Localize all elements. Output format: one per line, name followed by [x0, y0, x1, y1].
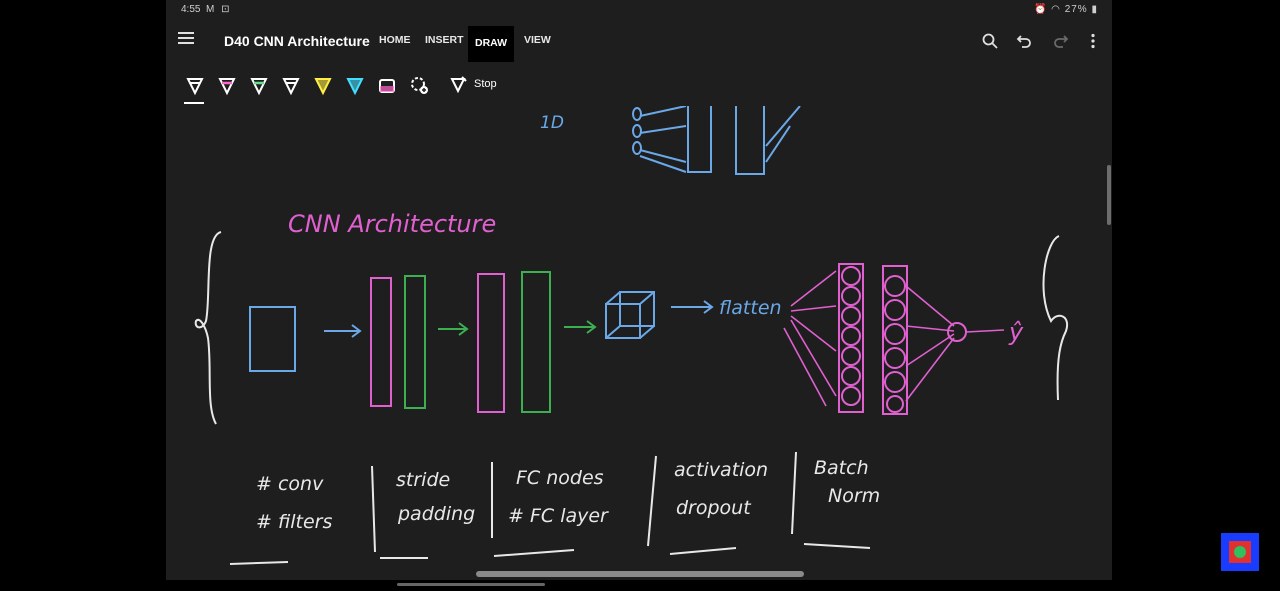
output-node	[947, 322, 967, 342]
status-bar: 4:55 M ⊡ ⏰ ◠ 27% ▮	[166, 0, 1112, 20]
note-1-line-1: # conv	[256, 473, 324, 495]
battery-icon: ▮	[1091, 4, 1098, 15]
home-indicator[interactable]	[397, 583, 545, 586]
tab-home[interactable]: HOME	[379, 34, 411, 46]
fc-layer-2-nodes	[884, 275, 906, 413]
tab-view[interactable]: VIEW	[524, 34, 551, 46]
more-icon[interactable]	[1082, 30, 1104, 52]
pen-white-2-icon[interactable]	[280, 74, 302, 96]
tab-insert[interactable]: INSERT	[425, 34, 464, 46]
fc-connections	[783, 270, 1005, 407]
note-1-line-2: # filters	[256, 511, 332, 533]
highlighter-yellow-icon[interactable]	[312, 74, 334, 96]
alarm-icon: ⏰	[1033, 4, 1048, 15]
draw-toolbar: Stop	[166, 62, 1112, 106]
arrow-1	[324, 324, 362, 338]
conv-layer-1	[370, 277, 392, 407]
pen-white-icon[interactable]	[184, 74, 206, 96]
note-3-line-2: # FC layer	[508, 505, 609, 527]
note-2-line-2: padding	[397, 503, 475, 525]
pen-pink-icon[interactable]	[216, 74, 238, 96]
channel-logo-icon	[1221, 533, 1259, 571]
arrow-2	[438, 322, 469, 336]
eraser-icon[interactable]	[376, 74, 398, 96]
feature-cube	[605, 291, 655, 339]
status-left-icons: M ⊡	[206, 4, 232, 15]
top-fragment-label: 1D	[540, 113, 564, 133]
note-3-line-1: FC nodes	[516, 467, 604, 489]
ink-drawing: 1D CNN Architecture flatten ŷ # conv # f…	[194, 105, 1069, 565]
ink-replay-icon[interactable]	[448, 74, 470, 96]
selected-tool-indicator	[184, 102, 204, 104]
redo-icon[interactable]	[1049, 30, 1071, 52]
pool-layer-1	[404, 275, 426, 409]
note-2-line-1: stride	[396, 469, 450, 491]
drawing-canvas[interactable]: 1D CNN Architecture flatten ŷ # conv # f…	[166, 105, 1112, 580]
note-4-line-1: activation	[674, 459, 768, 481]
lasso-add-icon[interactable]	[408, 74, 430, 96]
search-icon[interactable]	[979, 30, 1001, 52]
note-5-line-2: Norm	[828, 485, 880, 507]
wifi-icon: ◠	[1051, 4, 1061, 15]
battery-text: 27%	[1064, 4, 1088, 15]
document-title: D40 CNN Architecture	[224, 33, 370, 49]
conv-layer-2	[477, 273, 505, 413]
note-underlines	[229, 543, 871, 565]
fc-layer-1-nodes	[841, 266, 861, 406]
stop-button[interactable]: Stop	[474, 78, 497, 90]
top-network-fragment	[632, 105, 801, 175]
arrow-4	[671, 300, 714, 314]
canvas-heading: CNN Architecture	[288, 210, 496, 238]
note-4-line-2: dropout	[676, 497, 752, 519]
tab-draw-label: DRAW	[475, 37, 508, 49]
highlighter-cyan-icon[interactable]	[344, 74, 366, 96]
input-box	[249, 306, 296, 372]
right-brace	[1042, 235, 1069, 401]
output-label: ŷ	[1008, 318, 1024, 346]
note-5-line-1: Batch	[814, 457, 869, 479]
left-brace	[194, 231, 222, 425]
hamburger-menu-icon[interactable]	[178, 32, 194, 46]
pool-layer-2	[521, 271, 551, 413]
notes-section: # conv # filters stride padding FC nodes…	[256, 457, 880, 533]
tab-draw[interactable]: DRAW	[468, 26, 514, 62]
tablet-screen: 4:55 M ⊡ ⏰ ◠ 27% ▮ D40 CNN Architecture …	[166, 0, 1112, 580]
status-time: 4:55	[181, 4, 201, 15]
flatten-label: flatten	[719, 297, 782, 319]
undo-icon[interactable]	[1014, 30, 1036, 52]
pen-green-icon[interactable]	[248, 74, 270, 96]
canvas-scrollbar[interactable]	[1107, 165, 1111, 225]
arrow-3	[564, 320, 597, 334]
status-right: ⏰ ◠ 27% ▮	[1034, 4, 1098, 15]
app-bar: D40 CNN Architecture HOME INSERT DRAW VI…	[166, 20, 1112, 62]
horizontal-scrollbar[interactable]	[476, 571, 804, 577]
